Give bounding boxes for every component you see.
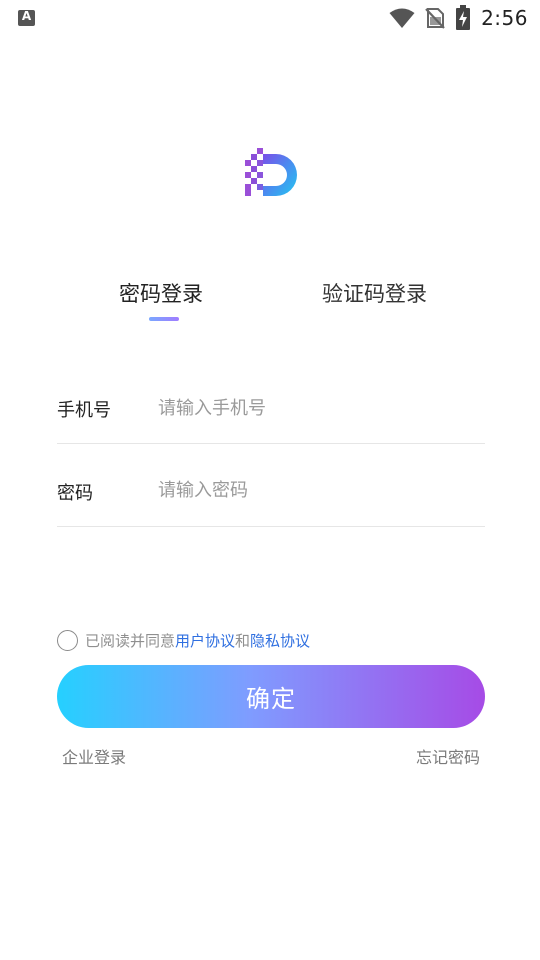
no-sim-icon [425, 8, 445, 29]
agreement-conjunction: 和 [235, 631, 251, 650]
agreement-row: 已阅读并同意 用户协议 和 隐私协议 [57, 628, 310, 652]
phone-divider [57, 443, 485, 444]
status-bar: A 2:56 [0, 0, 540, 36]
agreement-checkbox[interactable] [57, 629, 78, 651]
app-notification-icon: A [18, 9, 35, 26]
status-icons: 2:56 [389, 4, 528, 32]
agreement-prefix: 已阅读并同意 [85, 631, 176, 650]
phone-label: 手机号 [57, 400, 111, 421]
password-label: 密码 [57, 483, 93, 504]
status-time: 2:56 [481, 6, 528, 30]
privacy-agreement-link[interactable]: 隐私协议 [250, 630, 310, 651]
phone-input[interactable] [158, 393, 478, 423]
tab-password-login[interactable]: 密码登录 [119, 278, 203, 308]
wifi-icon [389, 8, 415, 28]
password-divider [57, 526, 485, 527]
user-agreement-link[interactable]: 用户协议 [175, 630, 235, 651]
tab-code-login[interactable]: 验证码登录 [322, 278, 427, 308]
confirm-button[interactable]: 确定 [57, 665, 485, 728]
enterprise-login-link[interactable]: 企业登录 [62, 744, 126, 768]
active-tab-indicator [149, 317, 179, 321]
forgot-password-link[interactable]: 忘记密码 [416, 744, 480, 768]
app-notification-letter: A [21, 9, 32, 23]
password-input[interactable] [158, 475, 478, 505]
battery-charging-icon [456, 5, 471, 30]
app-logo [245, 148, 297, 196]
